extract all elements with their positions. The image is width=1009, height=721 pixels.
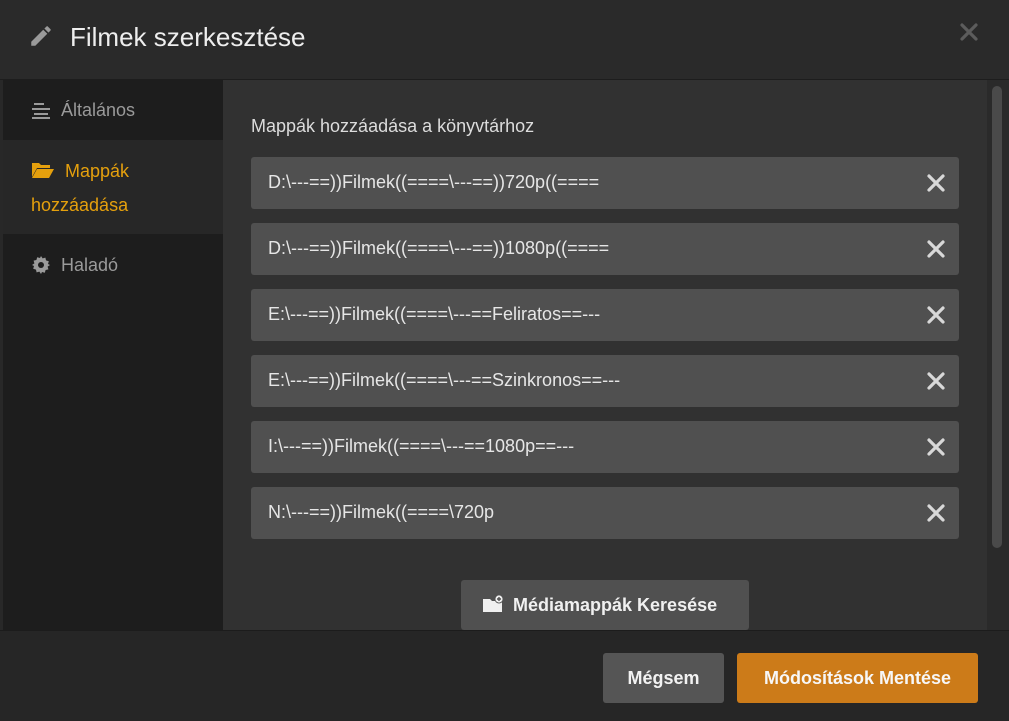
folder-add-icon <box>483 594 504 612</box>
remove-icon[interactable] <box>926 305 946 325</box>
remove-icon[interactable] <box>926 239 946 259</box>
browse-button-label: Médiamappák Keresése <box>513 595 718 615</box>
edit-library-dialog: Filmek szerkesztése Általános Mappák hoz… <box>0 0 1009 721</box>
remove-icon[interactable] <box>926 371 946 391</box>
folder-path: D:\---==))Filmek((====\---==))1080p((===… <box>268 238 610 258</box>
remove-icon[interactable] <box>926 173 946 193</box>
folder-path: D:\---==))Filmek((====\---==))720p((==== <box>268 172 600 192</box>
folder-path: E:\---==))Filmek((====\---==Feliratos==-… <box>268 304 601 324</box>
sidebar-item-advanced[interactable]: Haladó <box>3 240 223 290</box>
scrollbar-thumb[interactable] <box>992 86 1002 548</box>
close-icon[interactable] <box>957 20 981 44</box>
cancel-button[interactable]: Mégsem <box>603 653 724 703</box>
sidebar-item-label: Mappák hozzáadása <box>31 161 130 215</box>
gear-icon <box>32 256 50 274</box>
sidebar-item-add-folders[interactable]: Mappák hozzáadása <box>3 140 223 234</box>
folder-row[interactable]: N:\---==))Filmek((====\720p <box>251 487 959 539</box>
content-panel: Mappák hozzáadása a könyvtárhoz D:\---==… <box>223 80 987 630</box>
sidebar-item-label: Haladó <box>61 255 119 275</box>
folder-row[interactable]: E:\---==))Filmek((====\---==Szinkronos==… <box>251 355 959 407</box>
dialog-footer: Mégsem Módosítások Mentése <box>0 630 1009 721</box>
browse-media-folders-button[interactable]: Médiamappák Keresése <box>461 580 749 630</box>
folder-row[interactable]: I:\---==))Filmek((====\---==1080p==--- <box>251 421 959 473</box>
folder-row[interactable]: D:\---==))Filmek((====\---==))720p((==== <box>251 157 959 209</box>
dialog-header: Filmek szerkesztése <box>0 0 1009 80</box>
folder-row[interactable]: E:\---==))Filmek((====\---==Feliratos==-… <box>251 289 959 341</box>
dialog-title: Filmek szerkesztése <box>70 22 306 52</box>
folder-path: N:\---==))Filmek((====\720p <box>268 502 495 522</box>
section-title: Mappák hozzáadása a könyvtárhoz <box>251 116 535 136</box>
remove-icon[interactable] <box>926 503 946 523</box>
sidebar: Általános Mappák hozzáadása Haladó <box>3 80 223 630</box>
remove-icon[interactable] <box>926 437 946 457</box>
save-changes-button[interactable]: Módosítások Mentése <box>737 653 978 703</box>
folder-path: E:\---==))Filmek((====\---==Szinkronos==… <box>268 370 621 390</box>
folder-row[interactable]: D:\---==))Filmek((====\---==))1080p((===… <box>251 223 959 275</box>
align-lines-icon <box>32 103 50 119</box>
sidebar-item-general[interactable]: Általános <box>3 80 223 140</box>
folder-path: I:\---==))Filmek((====\---==1080p==--- <box>268 436 575 456</box>
pencil-icon <box>31 26 51 46</box>
sidebar-item-label: Általános <box>61 100 136 120</box>
